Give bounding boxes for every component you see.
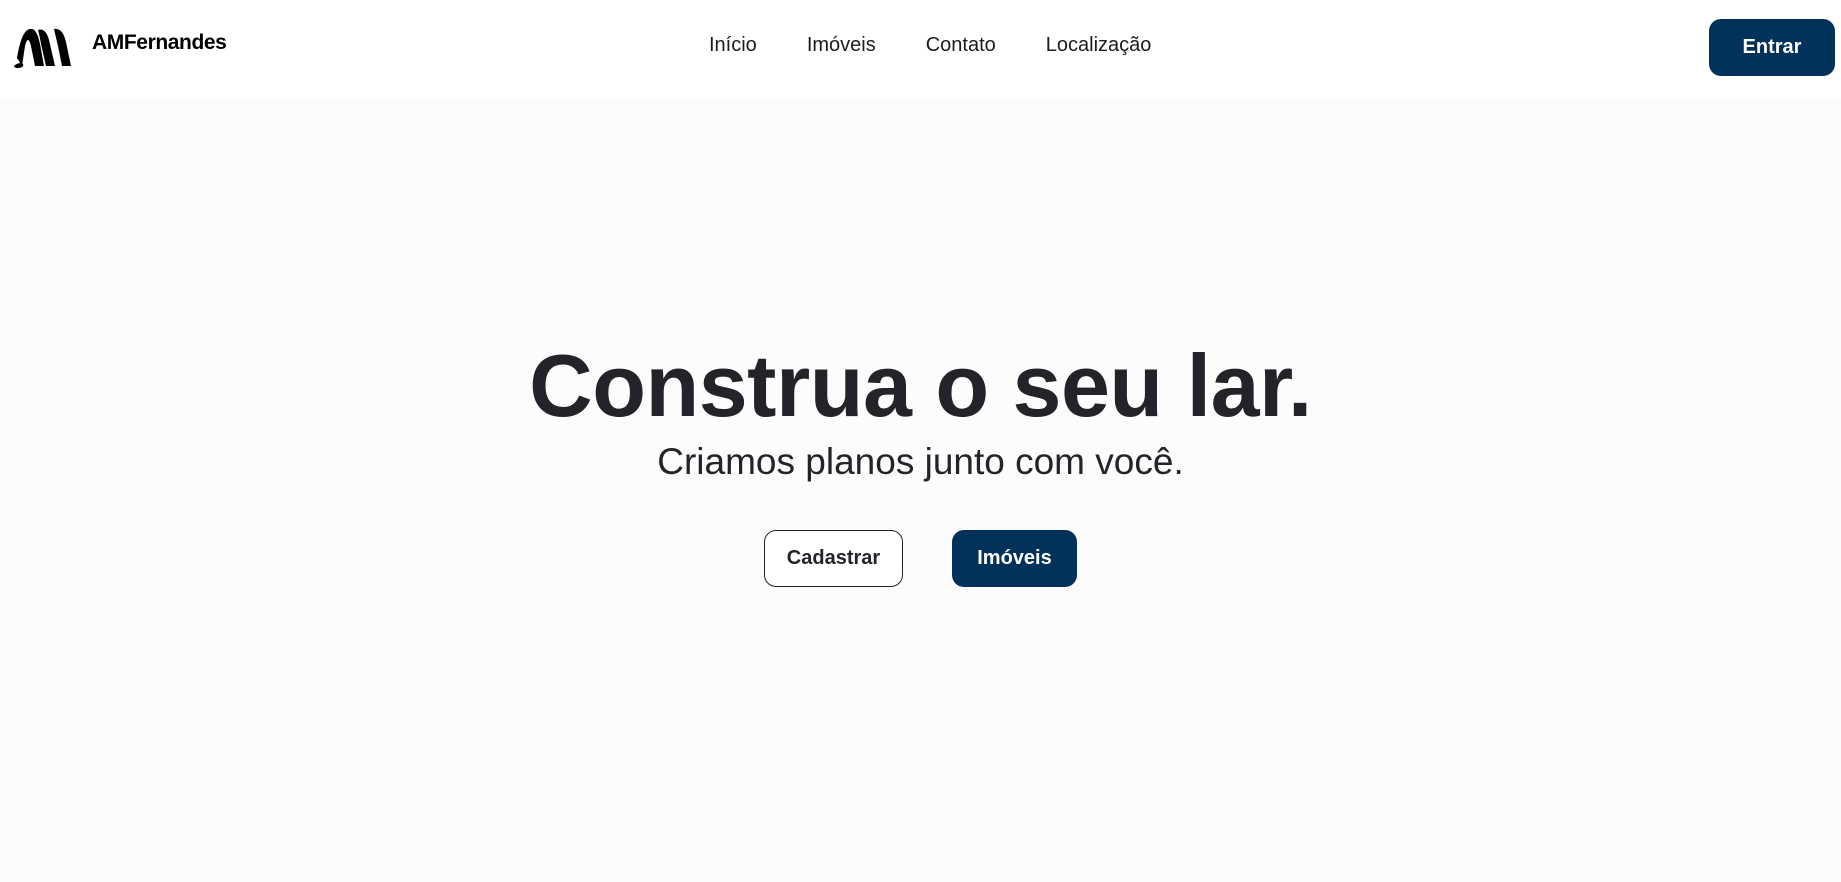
hero-subtitle: Criamos planos junto com você. [657, 441, 1184, 482]
register-button[interactable]: Cadastrar [764, 530, 903, 587]
nav-item-localizacao[interactable]: Localização [1046, 34, 1152, 57]
nav-item-contato[interactable]: Contato [926, 34, 996, 57]
main-nav: Início Imóveis Contato Localização [709, 34, 1151, 57]
properties-button[interactable]: Imóveis [952, 530, 1077, 587]
logo-mark-icon [14, 28, 71, 68]
nav-item-imoveis[interactable]: Imóveis [807, 34, 876, 57]
site-header: AMFernandes Início Imóveis Contato Local… [0, 0, 1841, 98]
hero-title: Construa o seu lar. [529, 336, 1312, 435]
brand-logo[interactable]: AMFernandes [14, 28, 227, 68]
login-button[interactable]: Entrar [1709, 19, 1835, 76]
brand-name: AMFernandes [92, 31, 227, 54]
nav-item-inicio[interactable]: Início [709, 34, 757, 57]
